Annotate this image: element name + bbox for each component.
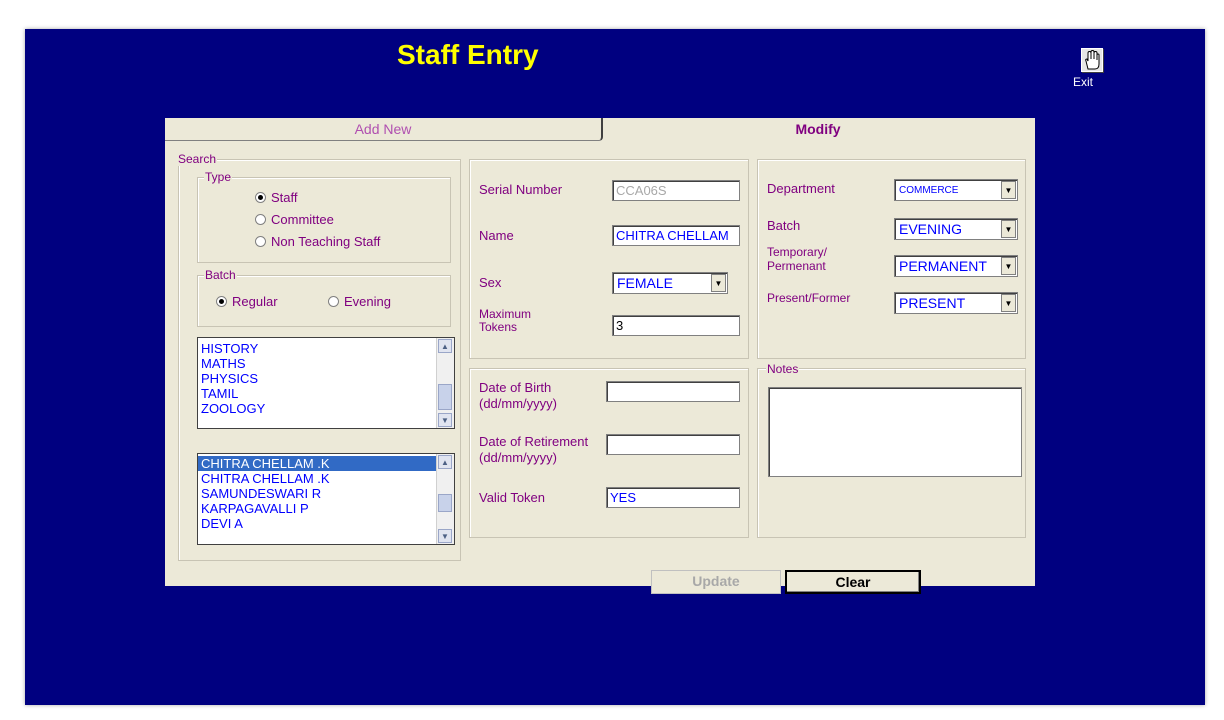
serial-number-field[interactable]: CCA06S (612, 180, 740, 201)
department-scrollbar[interactable]: ▲ ▼ (436, 338, 454, 428)
list-item[interactable]: PHYSICS (198, 371, 454, 386)
serial-number-label: Serial Number (479, 182, 563, 197)
list-item-selected[interactable]: CHITRA CHELLAM .K (198, 456, 454, 471)
list-item[interactable]: HISTORY (198, 341, 454, 356)
batch-radio-regular[interactable]: Regular (216, 294, 278, 309)
batch-label: Batch (767, 218, 801, 233)
batch-group: Batch Regular Evening (197, 268, 451, 327)
temp-perm-value: PERMANENT (899, 258, 987, 274)
scroll-thumb[interactable] (438, 494, 452, 512)
sex-label: Sex (479, 275, 502, 290)
radio-label: Regular (232, 294, 278, 309)
list-item[interactable]: SAMUNDESWARI R (198, 486, 454, 501)
dob-field[interactable] (606, 381, 740, 402)
list-item[interactable]: DEVI A (198, 516, 454, 531)
chevron-down-icon[interactable]: ▼ (1001, 181, 1016, 199)
staff-details-group: Serial Number CCA06S Name CHITRA CHELLAM… (469, 159, 749, 359)
staff-scrollbar[interactable]: ▲ ▼ (436, 454, 454, 544)
type-legend: Type (204, 170, 233, 184)
notes-group: Notes (757, 362, 1026, 538)
department-value: COMMERCE (899, 185, 959, 196)
hand-icon (1081, 48, 1103, 72)
exit-label: Exit (1073, 75, 1094, 89)
dor-field[interactable] (606, 434, 740, 455)
search-legend: Search (177, 152, 218, 166)
type-group: Type Staff Committee Non Teaching Staff (197, 170, 451, 263)
chevron-down-icon[interactable]: ▼ (1001, 294, 1016, 312)
valid-token-field[interactable]: YES (606, 487, 740, 508)
tab-modify[interactable]: Modify (603, 118, 1033, 140)
update-button[interactable]: Update (651, 570, 781, 594)
radio-label: Staff (271, 190, 298, 205)
list-item[interactable]: ZOOLOGY (198, 401, 454, 416)
list-item[interactable]: KARPAGAVALLI P (198, 501, 454, 516)
notes-field[interactable] (768, 387, 1022, 477)
radio-label: Non Teaching Staff (271, 234, 381, 249)
sex-value: FEMALE (617, 275, 674, 291)
type-radio-staff[interactable]: Staff (255, 190, 298, 205)
list-item[interactable]: CHITRA CHELLAM .K (198, 471, 454, 486)
valid-token-label: Valid Token (479, 490, 546, 505)
temp-perm-label: Temporary/Permenant (767, 245, 828, 273)
clear-button[interactable]: Clear (785, 570, 921, 594)
temp-perm-dropdown[interactable]: PERMANENT ▼ (894, 255, 1018, 277)
radio-label: Evening (344, 294, 391, 309)
radio-dot-selected (216, 296, 227, 307)
max-tokens-field[interactable]: 3 (612, 315, 740, 336)
scroll-up-icon[interactable]: ▲ (438, 455, 452, 469)
present-former-value: PRESENT (899, 295, 966, 311)
max-tokens-label: Maximum Tokens (479, 307, 532, 334)
type-radio-non-teaching[interactable]: Non Teaching Staff (255, 234, 380, 249)
batch-value: EVENING (899, 221, 963, 237)
present-former-label: Present/Former (767, 291, 851, 305)
scroll-down-icon[interactable]: ▼ (438, 413, 452, 427)
department-dropdown[interactable]: COMMERCE ▼ (894, 179, 1018, 201)
exit-button[interactable]: Exit (1073, 48, 1111, 89)
staff-entry-window: Staff Entry Exit Add New Modify Search T… (25, 29, 1205, 705)
staff-form-panel: Add New Modify Search Type Staff Committ… (165, 118, 1035, 594)
notes-legend: Notes (766, 362, 800, 376)
sex-dropdown[interactable]: FEMALE ▼ (612, 272, 728, 294)
search-group: Search Type Staff Committee Non Teaching… (177, 152, 461, 561)
batch-legend: Batch (204, 268, 237, 282)
name-field[interactable]: CHITRA CHELLAM (612, 225, 740, 246)
chevron-down-icon[interactable]: ▼ (1001, 220, 1016, 238)
department-listbox[interactable]: HISTORY MATHS PHYSICS TAMIL ZOOLOGY ▲ ▼ (197, 337, 455, 429)
staff-listbox[interactable]: CHITRA CHELLAM .K CHITRA CHELLAM .K SAMU… (197, 453, 455, 545)
dor-label: Date of Retirement (dd/mm/yyyy) (479, 434, 589, 465)
list-item[interactable]: MATHS (198, 356, 454, 371)
status-group: Department COMMERCE ▼ Batch EVENING ▼ Te… (757, 159, 1026, 359)
chevron-down-icon[interactable]: ▼ (711, 274, 726, 292)
present-former-dropdown[interactable]: PRESENT ▼ (894, 292, 1018, 314)
list-item[interactable]: TAMIL (198, 386, 454, 401)
department-label: Department (767, 181, 835, 196)
batch-radio-evening[interactable]: Evening (328, 294, 391, 309)
dates-group: Date of Birth (dd/mm/yyyy) Date of Retire… (469, 368, 749, 538)
scroll-thumb[interactable] (438, 384, 452, 410)
page-title: Staff Entry (397, 39, 539, 70)
radio-dot-selected (255, 192, 266, 203)
radio-dot (255, 214, 266, 225)
radio-label: Committee (271, 212, 334, 227)
scroll-up-icon[interactable]: ▲ (438, 339, 452, 353)
dob-label: Date of Birth (dd/mm/yyyy) (479, 380, 557, 411)
tab-add-new[interactable]: Add New (165, 118, 603, 141)
type-radio-committee[interactable]: Committee (255, 212, 334, 227)
scroll-down-icon[interactable]: ▼ (438, 529, 452, 543)
chevron-down-icon[interactable]: ▼ (1001, 257, 1016, 275)
radio-dot (328, 296, 339, 307)
batch-dropdown[interactable]: EVENING ▼ (894, 218, 1018, 240)
name-label: Name (479, 228, 514, 243)
radio-dot (255, 236, 266, 247)
